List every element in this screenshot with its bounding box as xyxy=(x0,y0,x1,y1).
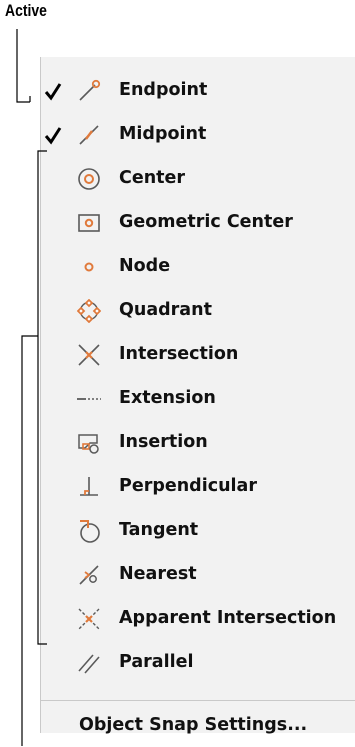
checkmark-icon xyxy=(44,127,62,145)
checkmark-icon xyxy=(44,83,62,101)
menu-item-parallel[interactable]: Parallel xyxy=(41,641,355,685)
settings-label: Object Snap Settings... xyxy=(79,715,308,735)
geometric-center-icon xyxy=(78,214,100,232)
menu-item-label: Apparent Intersection xyxy=(119,608,337,628)
menu-item-label: Perpendicular xyxy=(119,476,257,496)
midpoint-icon xyxy=(79,125,99,145)
menu-item-perpendicular[interactable]: Perpendicular xyxy=(41,465,355,509)
endpoint-icon xyxy=(79,79,101,101)
menu-item-label: Quadrant xyxy=(119,300,212,320)
menu-item-label: Nearest xyxy=(119,564,197,584)
node-icon xyxy=(84,262,94,272)
menu-item-geometric-center[interactable]: Geometric Center xyxy=(41,201,355,245)
menu-item-insertion[interactable]: Insertion xyxy=(41,421,355,465)
menu-item-endpoint[interactable]: Endpoint xyxy=(41,69,355,113)
menu-item-label: Geometric Center xyxy=(119,212,293,232)
insertion-icon xyxy=(78,434,99,454)
menu-item-tangent[interactable]: Tangent xyxy=(41,509,355,553)
menu-item-midpoint[interactable]: Midpoint xyxy=(41,113,355,157)
menu-item-label: Parallel xyxy=(119,652,194,672)
menu-item-label: Endpoint xyxy=(119,80,208,100)
menu-item-label: Center xyxy=(119,168,186,188)
menu-item-object-snap-settings[interactable]: Object Snap Settings... xyxy=(41,705,355,745)
menu-item-nearest[interactable]: Nearest xyxy=(41,553,355,597)
extension-icon xyxy=(77,398,101,400)
intersection-icon xyxy=(78,344,100,366)
quadrant-icon xyxy=(77,299,101,323)
perpendicular-icon xyxy=(80,477,98,496)
parallel-icon xyxy=(78,654,100,674)
apparent-intersection-icon xyxy=(78,608,100,630)
menu-item-label: Insertion xyxy=(119,432,208,452)
center-icon xyxy=(78,168,100,190)
menu-item-node[interactable]: Node xyxy=(41,245,355,289)
menu-item-extension[interactable]: Extension xyxy=(41,377,355,421)
menu-separator xyxy=(41,700,355,701)
menu-item-label: Extension xyxy=(119,388,216,408)
menu-item-quadrant[interactable]: Quadrant xyxy=(41,289,355,333)
tangent-icon xyxy=(80,520,100,543)
menu-item-intersection[interactable]: Intersection xyxy=(41,333,355,377)
menu-item-label: Intersection xyxy=(119,344,239,364)
menu-item-center[interactable]: Center xyxy=(41,157,355,201)
menu-item-label: Midpoint xyxy=(119,124,207,144)
nearest-icon xyxy=(79,565,99,585)
active-callout-label: Active xyxy=(5,1,47,20)
menu-item-label: Node xyxy=(119,256,171,276)
menu-item-label: Tangent xyxy=(119,520,199,540)
menu-item-apparent-intersection[interactable]: Apparent Intersection xyxy=(41,597,355,641)
object-snap-menu: Endpoint Midpoint Center Geometric Cente… xyxy=(40,57,355,735)
